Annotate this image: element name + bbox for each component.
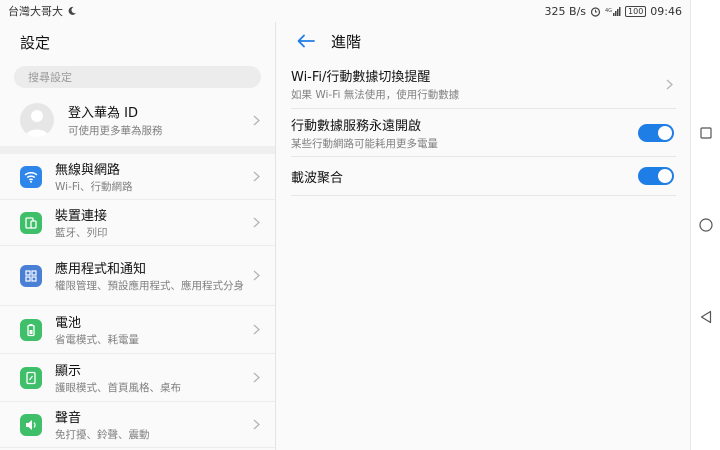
chevron-right-icon [251,270,261,281]
setting-title: 載波聚合 [291,170,344,186]
display-icon [20,366,42,389]
wifi-data-switch-reminder-row[interactable]: Wi-Fi/行動數據切換提醒 如果 Wi-Fi 無法使用，使用行動數據 [291,60,676,109]
sidebar-item-label: 應用程式和通知 [55,262,147,277]
alarm-icon [590,6,601,17]
sidebar-item-battery[interactable]: 電池 省電模式、耗電量 [0,306,275,354]
signal-icon: 4G [605,6,621,16]
chevron-right-icon [251,115,261,125]
home-button[interactable] [699,218,713,232]
chevron-right-icon [251,324,261,335]
sidebar-item-display[interactable]: 顯示 護眼模式、首頁風格、桌布 [0,354,275,402]
mobile-data-always-on-row: 行動數據服務永遠開啟 某些行動網路可能耗用更多電量 [291,109,676,157]
carrier-label: 台灣大哥大 [8,5,63,18]
chevron-right-icon [251,372,261,383]
pane-header: 進階 [277,22,690,60]
battery-icon [20,318,42,341]
sidebar-item-device-connection[interactable]: 裝置連接 藍牙、列印 [0,200,275,246]
avatar [20,103,54,137]
sidebar-item-sublabel: 藍牙、列印 [55,227,108,239]
settings-sidebar: 設定 搜尋設定 登入華為 ID 可使用更多華為服務 無線與網路 Wi-Fi、行動… [0,22,276,450]
section-divider [0,146,275,154]
clock: 09:46 [650,4,682,18]
svg-text:4G: 4G [605,8,612,14]
chevron-right-icon [251,171,261,182]
chevron-right-icon [664,79,674,89]
setting-title: Wi-Fi/行動數據切換提醒 [291,70,431,85]
sidebar-item-label: 顯示 [55,364,82,379]
account-subtitle: 可使用更多華為服務 [68,125,163,137]
back-button[interactable] [699,310,713,324]
search-input[interactable]: 搜尋設定 [14,66,261,88]
setting-title: 行動數據服務永遠開啟 [291,118,422,134]
account-title: 登入華為 ID [68,106,138,121]
mobile-data-always-on-toggle[interactable] [638,123,674,142]
device-connection-icon [20,211,42,234]
wifi-icon [20,165,42,188]
sidebar-item-label: 無線與網路 [55,163,121,178]
battery-status-icon: 100 [625,5,647,17]
navigation-bar [690,0,720,450]
search-placeholder: 搜尋設定 [28,71,72,84]
setting-subtitle: 如果 Wi-Fi 無法使用，使用行動數據 [291,89,460,101]
advanced-settings-pane: 進階 Wi-Fi/行動數據切換提醒 如果 Wi-Fi 無法使用，使用行動數據 行… [277,22,690,450]
back-arrow-icon[interactable] [297,34,315,48]
sidebar-item-label: 電池 [55,316,82,331]
sound-icon [20,413,42,436]
setting-subtitle: 某些行動網路可能耗用更多電量 [291,137,438,150]
status-right: 325 B/s 4G 100 09:46 [545,5,682,18]
carrier-aggregation-row: 載波聚合 [291,157,676,196]
network-speed: 325 B/s [544,4,587,18]
sidebar-item-sublabel: Wi-Fi、行動網路 [55,181,133,193]
sidebar-item-sublabel: 護眼模式、首頁風格、桌布 [55,382,181,394]
page-title: 設定 [20,34,51,52]
chevron-right-icon [251,419,261,430]
sidebar-item-sublabel: 省電模式、耗電量 [55,334,139,346]
recent-apps-button[interactable] [699,126,713,140]
sidebar-item-label: 裝置連接 [55,209,108,224]
apps-icon [20,264,42,287]
chevron-right-icon [251,217,261,228]
battery-level: 100 [628,6,644,16]
moon-icon [67,6,77,16]
account-login-row[interactable]: 登入華為 ID 可使用更多華為服務 [0,94,275,146]
sidebar-item-sublabel: 免打擾、鈴聲、震動 [55,429,150,441]
sidebar-item-wireless[interactable]: 無線與網路 Wi-Fi、行動網路 [0,154,275,200]
sidebar-item-sublabel: 權限管理、預設應用程式、應用程式分身 [55,280,244,292]
sidebar-item-label: 聲音 [55,411,82,426]
carrier-aggregation-toggle[interactable] [638,167,674,185]
sidebar-item-apps[interactable]: 應用程式和通知 權限管理、預設應用程式、應用程式分身 [0,246,275,306]
status-left: 台灣大哥大 [8,3,77,19]
sidebar-item-sound[interactable]: 聲音 免打擾、鈴聲、震動 [0,402,275,448]
pane-title: 進階 [331,32,362,51]
status-bar: 台灣大哥大 325 B/s 4G 100 09:46 [0,0,690,22]
